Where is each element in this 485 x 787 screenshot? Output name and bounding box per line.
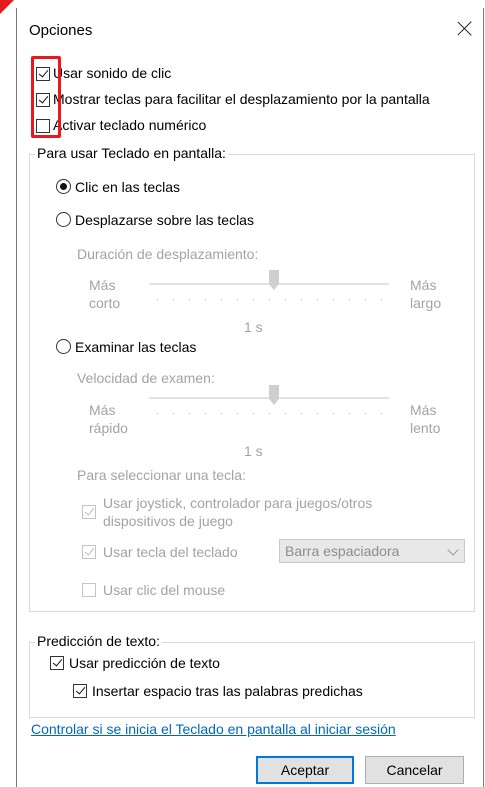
keyboard-key-label: Usar tecla del teclado — [103, 544, 238, 560]
onscreen-group-label: Para usar Teclado en pantalla: — [35, 145, 228, 161]
click-sound-label: Usar sonido de clic — [53, 65, 172, 81]
scan-keys-radio[interactable] — [56, 339, 71, 354]
click-keys-radio[interactable] — [56, 179, 71, 194]
text-prediction-group — [29, 642, 475, 718]
hover-keys-radio[interactable] — [56, 212, 71, 227]
select-key-label: Para seleccionar una tecla: — [77, 467, 246, 483]
dialog-title: Opciones — [29, 22, 93, 39]
insert-space-label: Insertar espacio tras las palabras predi… — [92, 683, 363, 699]
hover-keys-label: Desplazarse sobre las teclas — [75, 212, 254, 228]
hover-duration-ticks — [157, 299, 386, 300]
scan-speed-value: 1 s — [244, 443, 263, 459]
hover-duration-value: 1 s — [244, 319, 263, 335]
cancel-button[interactable]: Cancelar — [365, 756, 464, 784]
keyboard-key-select[interactable]: Barra espaciadora — [279, 539, 465, 563]
keyboard-key-checkbox[interactable] — [82, 545, 96, 559]
prediction-group-label: Predicción de texto: — [35, 633, 162, 649]
numeric-keypad-label: Activar teclado numérico — [53, 117, 207, 133]
keyboard-key-select-value: Barra espaciadora — [285, 543, 400, 559]
hover-longer-label-1: Más — [410, 277, 437, 293]
options-dialog: Opciones Usar sonido de clic Mostrar tec… — [16, 8, 484, 787]
hover-duration-label: Duración de desplazamiento: — [77, 246, 259, 262]
scan-slower-label-1: Más — [410, 402, 437, 418]
chevron-down-icon — [447, 544, 459, 556]
startup-settings-link[interactable]: Controlar si se inicia el Teclado en pan… — [31, 721, 396, 737]
use-prediction-label: Usar predicción de texto — [69, 655, 220, 671]
scan-slower-label-2: lento — [410, 420, 441, 436]
joystick-label-1: Usar joystick, controlador para juegos/o… — [103, 495, 373, 511]
joystick-label-2: dispositivos de juego — [103, 513, 233, 529]
scan-speed-label: Velocidad de examen: — [77, 370, 215, 386]
scan-faster-label-2: rápido — [89, 420, 128, 436]
hover-longer-label-2: largo — [410, 295, 442, 311]
click-keys-label: Clic en las teclas — [75, 179, 181, 195]
ok-button[interactable]: Aceptar — [256, 756, 354, 784]
insert-space-checkbox[interactable] — [73, 684, 87, 698]
annotation-highlight-box — [31, 56, 61, 138]
show-keys-label: Mostrar teclas para facilitar el desplaz… — [53, 91, 430, 107]
scan-keys-label: Examinar las teclas — [75, 339, 197, 355]
close-icon[interactable] — [455, 18, 475, 38]
use-prediction-checkbox[interactable] — [50, 656, 64, 670]
mouse-click-label: Usar clic del mouse — [103, 582, 226, 598]
hover-shorter-label-2: corto — [89, 295, 121, 311]
joystick-checkbox[interactable] — [82, 505, 96, 519]
scan-faster-label-1: Más — [89, 402, 116, 418]
scan-speed-ticks — [157, 413, 386, 414]
mouse-click-checkbox[interactable] — [82, 583, 96, 597]
hover-shorter-label-1: Más — [89, 277, 116, 293]
